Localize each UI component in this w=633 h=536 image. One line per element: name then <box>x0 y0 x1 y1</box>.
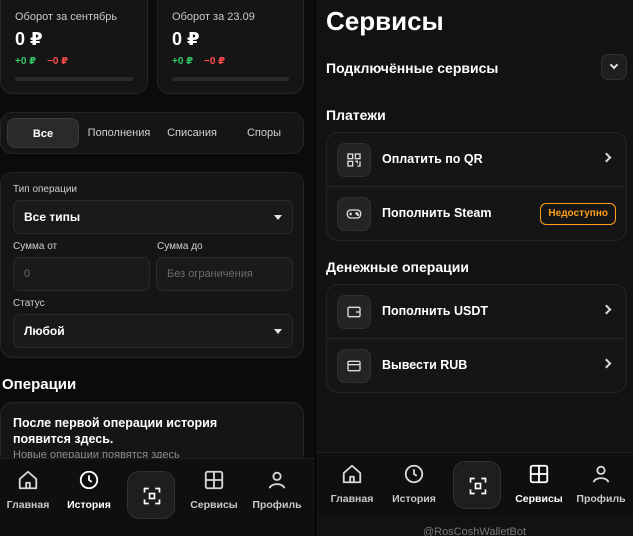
amount-from-input[interactable]: 0 <box>13 257 150 291</box>
nav-services[interactable]: Сервисы <box>184 469 244 511</box>
gamepad-icon <box>346 209 362 219</box>
tab-deposits[interactable]: Пополнения <box>81 118 157 148</box>
stat-value: 0 ₽ <box>15 29 43 49</box>
status-select-value: Любой <box>24 324 65 338</box>
credit-card-icon <box>347 360 361 372</box>
qr-icon-box <box>337 143 371 177</box>
withdraw-rub-label: Вывести RUB <box>382 358 468 372</box>
tab-all[interactable]: Все <box>7 118 79 148</box>
nav-home[interactable]: Главная <box>0 469 58 511</box>
status-select[interactable]: Любой <box>13 314 293 348</box>
bot-username: @RosCoshWalletBot <box>422 526 527 536</box>
tab-disputes[interactable]: Споры <box>229 118 299 148</box>
card-icon-box <box>337 349 371 383</box>
type-label: Тип операции <box>13 184 78 195</box>
status-label: Статус <box>13 298 45 309</box>
scan-icon <box>469 477 487 495</box>
nav-profile[interactable]: Профиль <box>247 469 307 511</box>
stat-card-day: Оборот за 23.09 0 ₽ +0 ₽ −0 ₽ <box>157 0 304 94</box>
nav-history[interactable]: История <box>59 469 119 511</box>
page-title: Сервисы <box>326 6 444 36</box>
qr-icon <box>347 153 361 167</box>
stat-plus: +0 ₽ <box>172 56 194 67</box>
operation-tabs: Все Пополнения Списания Споры <box>0 112 304 154</box>
topup-usdt-row[interactable]: Пополнить USDT <box>327 285 626 339</box>
nav-history[interactable]: История <box>384 463 444 505</box>
type-select[interactable]: Все типы <box>13 200 293 234</box>
caret-down-icon <box>274 215 282 220</box>
nav-home-label: Главная <box>330 493 374 505</box>
services-screen: Сервисы Подключённые сервисы Платежи Опл… <box>316 0 633 536</box>
stat-minus: −0 ₽ <box>204 56 226 67</box>
empty-history-title: После первой операции история появится з… <box>13 416 218 446</box>
chevron-right-icon <box>601 152 612 163</box>
home-icon <box>342 464 362 484</box>
nav-profile-label: Профиль <box>576 493 626 505</box>
stat-progress-bar <box>15 77 133 81</box>
scan-qr-button[interactable] <box>453 461 501 509</box>
nav-profile-label: Профиль <box>252 499 302 511</box>
history-screen: Оборот за сентябрь 0 ₽ +0 ₽ −0 ₽ Оборот … <box>0 0 315 536</box>
stat-value: 0 ₽ <box>172 29 200 49</box>
user-icon <box>592 465 610 483</box>
filters-card: Тип операции Все типы Сумма от 0 Сумма д… <box>0 172 304 358</box>
scan-icon <box>143 487 161 505</box>
pay-qr-label: Оплатить по QR <box>382 152 483 166</box>
withdraw-rub-row[interactable]: Вывести RUB <box>327 339 626 393</box>
chevron-right-icon <box>601 358 612 369</box>
nav-home[interactable]: Главная <box>322 463 382 505</box>
nav-services[interactable]: Сервисы <box>509 463 569 505</box>
stat-title: Оборот за сентябрь <box>15 11 118 23</box>
nav-services-label: Сервисы <box>190 499 238 511</box>
scan-qr-button[interactable] <box>127 471 175 519</box>
amount-to-input[interactable]: Без ограничения <box>156 257 293 291</box>
nav-profile[interactable]: Профиль <box>571 463 631 505</box>
chevron-down-icon <box>609 60 619 70</box>
payments-card: Оплатить по QR Пополнить Steam Недоступн… <box>326 132 627 241</box>
stat-minus: −0 ₽ <box>47 56 69 67</box>
clock-icon <box>404 464 424 484</box>
nav-history-label: История <box>67 499 111 511</box>
grid-icon <box>529 464 549 484</box>
money-operations-title: Денежные операции <box>326 259 469 275</box>
stat-card-month: Оборот за сентябрь 0 ₽ +0 ₽ −0 ₽ <box>0 0 148 94</box>
gamepad-icon-box <box>337 197 371 231</box>
bottom-nav: Главная История Сервисы Профиль <box>316 452 633 514</box>
connected-services-toggle[interactable] <box>601 54 627 80</box>
connected-services-title[interactable]: Подключённые сервисы <box>326 60 498 76</box>
payments-title: Платежи <box>326 107 386 123</box>
user-icon <box>268 471 286 489</box>
type-select-value: Все типы <box>24 210 81 224</box>
nav-history-label: История <box>392 493 436 505</box>
operations-title: Операции <box>2 376 77 393</box>
nav-services-label: Сервисы <box>515 493 563 505</box>
chevron-right-icon <box>601 304 612 315</box>
steam-row[interactable]: Пополнить Steam Недоступно <box>327 187 626 241</box>
stat-progress-bar <box>172 77 289 81</box>
bottom-nav: Главная История Сервисы Профиль <box>0 458 315 536</box>
unavailable-badge: Недоступно <box>540 203 616 225</box>
clock-icon <box>79 470 99 490</box>
caret-down-icon <box>274 329 282 334</box>
home-icon <box>18 470 38 490</box>
steam-label: Пополнить Steam <box>382 206 492 220</box>
wallet-icon <box>347 306 361 318</box>
stat-plus: +0 ₽ <box>15 56 37 67</box>
money-operations-card: Пополнить USDT Вывести RUB <box>326 284 627 393</box>
tab-withdrawals[interactable]: Списания <box>159 118 225 148</box>
amount-from-label: Сумма от <box>13 241 58 252</box>
pay-qr-row[interactable]: Оплатить по QR <box>327 133 626 187</box>
topup-usdt-label: Пополнить USDT <box>382 304 488 318</box>
wallet-icon-box <box>337 295 371 329</box>
grid-icon <box>204 470 224 490</box>
stat-title: Оборот за 23.09 <box>172 11 255 23</box>
amount-to-label: Сумма до <box>157 241 203 252</box>
nav-home-label: Главная <box>6 499 50 511</box>
